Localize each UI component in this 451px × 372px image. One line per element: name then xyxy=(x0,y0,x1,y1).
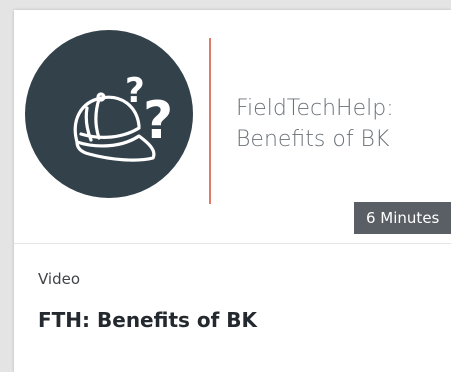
svg-text:?: ? xyxy=(125,71,145,111)
svg-text:?: ? xyxy=(143,91,173,151)
thumbnail-title-line2: Benefits of BK xyxy=(236,127,390,152)
fieldtechhelp-logo: ? ? xyxy=(25,30,193,198)
content-card[interactable]: ? ? FieldTechHelp: Benefits of BK 6 Minu… xyxy=(14,10,451,372)
duration-badge: 6 Minutes xyxy=(354,202,451,234)
thumbnail-divider xyxy=(209,38,211,204)
card-meta: Video FTH: Benefits of BK xyxy=(38,268,257,334)
thumbnail-title: FieldTechHelp: Benefits of BK xyxy=(236,93,394,155)
cap-with-question-marks-icon: ? ? xyxy=(73,71,173,162)
card-thumbnail[interactable]: ? ? FieldTechHelp: Benefits of BK 6 Minu… xyxy=(14,10,451,244)
content-type-label: Video xyxy=(38,270,81,288)
thumbnail-title-line1: FieldTechHelp: xyxy=(236,96,394,121)
card-title[interactable]: FTH: Benefits of BK xyxy=(38,306,257,334)
